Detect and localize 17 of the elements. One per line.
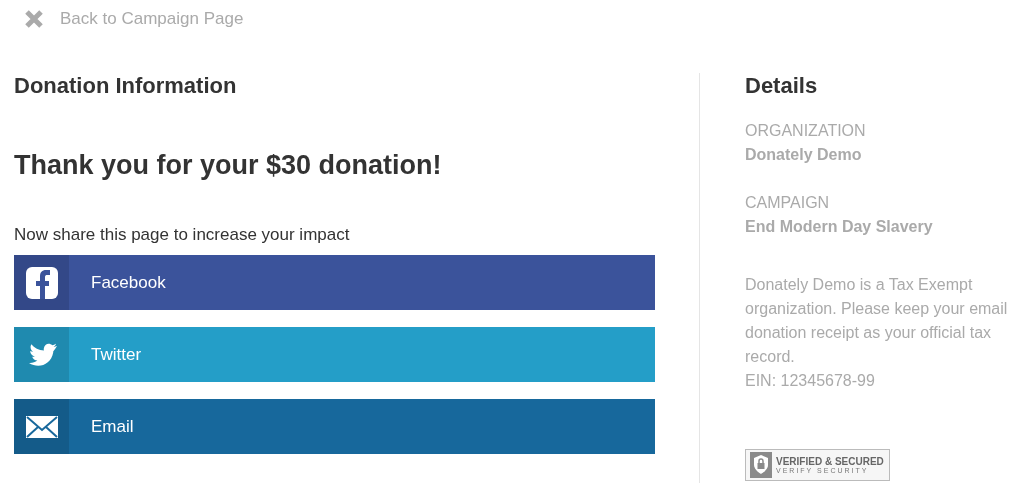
facebook-icon [23,264,60,301]
padlock-shield-icon [750,452,772,479]
section-heading: Details [745,73,819,100]
thank-you-message: Thank you for your $30 donation! [14,149,443,183]
ein-text: EIN: 12345678-99 [745,371,876,392]
share-button[interactable]: Facebook [14,255,655,311]
seal-title: VERIFIED & SECURED [776,456,884,467]
share-prompt: Now share this page to increase your impact [14,223,351,246]
share-button[interactable]: Email [14,399,655,455]
section-heading: Donation Information [14,73,238,100]
close-icon[interactable] [24,9,44,29]
field-label: ORGANIZATION [745,121,867,142]
field-label: CAMPAIGN [745,193,831,214]
share-button[interactable]: Twitter [14,327,655,383]
field-value: Donately Demo [745,145,863,166]
field-value: End Modern Day Slavery [745,217,934,238]
tax-note: Donately Demo is a Tax Exempt organization. Please keep your email donation receipt as your official tax record. [745,275,1009,368]
